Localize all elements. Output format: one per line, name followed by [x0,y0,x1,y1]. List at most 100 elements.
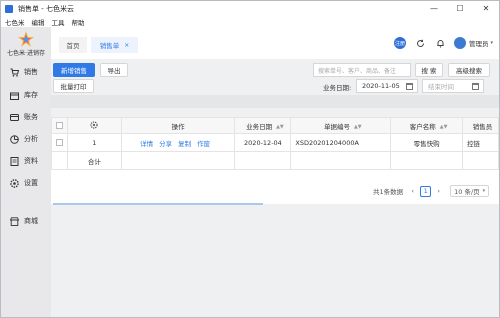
sidebar-item-label: 商城 [24,217,38,225]
table-row[interactable]: 1 详情 分享 复制 作废 2020-12-04 XSD20201204000A 零售… [51,133,499,152]
row-seller: 控链 [462,133,499,152]
settings-icon [10,178,19,188]
finance-icon [10,113,19,122]
search-input[interactable]: 搜索单号、客户、商品、备注 [313,63,411,77]
summary-empty-cell [51,151,68,170]
horizontal-scrollbar[interactable] [53,203,263,205]
end-date-field[interactable]: 结束时间 [422,79,484,93]
tab-close-icon[interactable]: × [124,42,129,49]
window-controls: — ☐ ✕ [421,1,499,16]
row-number: XSD20201204000A [290,133,392,152]
store-icon [10,216,19,226]
maximize-button[interactable]: ☐ [447,1,473,16]
inventory-icon [10,91,19,100]
header-number-label: 单据编号 [323,122,350,131]
sidebar-item-finance[interactable]: 账务 [1,109,51,125]
refresh-icon[interactable] [416,38,426,48]
tab-home[interactable]: 首页 [59,37,87,53]
row-index: 1 [66,133,122,152]
sidebar-item-analysis[interactable]: 分析 [1,131,51,147]
share-link[interactable]: 分享 [159,140,172,148]
separator-band [51,95,499,108]
admin-name[interactable]: 管理员 [469,38,489,48]
sort-icon[interactable]: ▲▼ [354,124,362,130]
sidebar-item-label: 销售 [24,68,38,76]
detail-link[interactable]: 详情 [140,140,153,148]
select-all-checkbox[interactable] [55,122,63,129]
sidebar-item-label: 库存 [24,91,38,99]
table-header-row: 操作 业务日期 ▲▼ 单据编号 ▲▼ 客户名称 ▲▼ 销售员 [51,117,499,134]
row-checkbox[interactable] [55,139,63,146]
void-link[interactable]: 作废 [197,140,210,148]
batch-print-button[interactable]: 批量打印 [53,79,94,93]
header-number[interactable]: 单据编号 ▲▼ [290,117,392,134]
summary-empty-cell [390,151,464,170]
chevron-down-icon[interactable]: ▾ [490,40,493,46]
page-1-button[interactable]: 1 [420,185,432,197]
data-icon [10,156,19,166]
logo-text: 七色米·进销存 [7,50,45,57]
window-title: 销售单 - 七色米云 [18,4,74,13]
app-window: 销售单 - 七色米云 — ☐ ✕ 七色米 编辑 工具 帮助 七色米·进销存 销售 [0,0,500,318]
summary-empty-cell [120,151,236,170]
minimize-button[interactable]: — [421,1,447,16]
summary-empty-cell [290,151,392,170]
column-settings-cell[interactable] [66,117,122,134]
advanced-search-button[interactable]: 高级搜索 [448,63,490,77]
title-bar: 销售单 - 七色米云 — ☐ ✕ [1,1,499,16]
sort-icon[interactable]: ▲▼ [276,124,284,130]
tab-sales-order[interactable]: 销售单 × [91,37,138,53]
sidebar-item-label: 资料 [24,157,38,165]
menu-tools[interactable]: 工具 [52,17,65,27]
sidebar-item-sales[interactable]: 销售 [1,64,51,80]
tab-label: 销售单 [99,42,120,50]
new-sale-button[interactable]: 新增销售 [53,63,95,77]
page-size-select[interactable]: 10 条/页 ▾ [450,185,490,197]
data-table: 操作 业务日期 ▲▼ 单据编号 ▲▼ 客户名称 ▲▼ 销售员 1 详情 分享 复制 作废 2… [51,117,499,170]
row-select-cell[interactable] [51,133,68,152]
gear-icon[interactable] [90,120,98,129]
top-bar: 首页 销售单 × 注册 管理员 ▾ [51,27,499,59]
row-customer: 零售快购 [390,133,464,152]
summary-row: 合计 [51,151,499,170]
export-button[interactable]: 导出 [100,63,128,77]
menu-help[interactable]: 帮助 [72,17,85,27]
sidebar-item-settings[interactable]: 设置 [1,175,51,191]
calendar-icon [472,83,479,90]
menu-app[interactable]: 七色米 [5,17,25,27]
chevron-down-icon: ▾ [482,188,486,194]
sidebar-item-data[interactable]: 资料 [1,153,51,169]
start-date-field[interactable]: 2020-11-05 [356,79,418,93]
sidebar-item-inventory[interactable]: 库存 [1,87,51,103]
next-page-button[interactable]: › [433,186,444,197]
close-button[interactable]: ✕ [473,1,499,16]
row-date: 2020-12-04 [234,133,292,152]
total-count: 共1条数据 [373,188,404,196]
pagination: 共1条数据 ‹ 1 › 10 条/页 ▾ [373,185,490,197]
search-button[interactable]: 搜 索 [415,63,443,77]
header-customer-label: 客户名称 [409,122,436,131]
summary-empty-cell [234,151,292,170]
select-all-cell[interactable] [51,117,68,134]
header-customer[interactable]: 客户名称 ▲▼ [390,117,464,134]
header-seller: 销售员 [462,117,499,134]
avatar[interactable] [453,37,466,49]
register-badge[interactable]: 注册 [393,37,406,49]
sidebar-item-store[interactable]: 商城 [1,213,51,229]
prev-page-button[interactable]: ‹ [407,186,418,197]
copy-link[interactable]: 复制 [178,140,191,148]
search-placeholder: 搜索单号、客户、商品、备注 [318,67,397,75]
sidebar-item-label: 账务 [24,113,38,121]
bell-icon[interactable] [436,38,446,48]
logo: 七色米·进销存 [1,27,51,62]
summary-label: 合计 [66,151,122,170]
menu-bar: 七色米 编辑 工具 帮助 [1,16,499,27]
sort-icon[interactable]: ▲▼ [440,124,448,130]
date-label: 业务日期: [323,84,352,92]
menu-edit[interactable]: 编辑 [32,17,45,27]
app-icon [5,4,13,13]
summary-empty-cell [462,151,499,170]
sidebar-item-label: 设置 [24,179,38,187]
row-actions: 详情 分享 复制 作废 [120,133,236,152]
header-date[interactable]: 业务日期 ▲▼ [234,117,292,134]
